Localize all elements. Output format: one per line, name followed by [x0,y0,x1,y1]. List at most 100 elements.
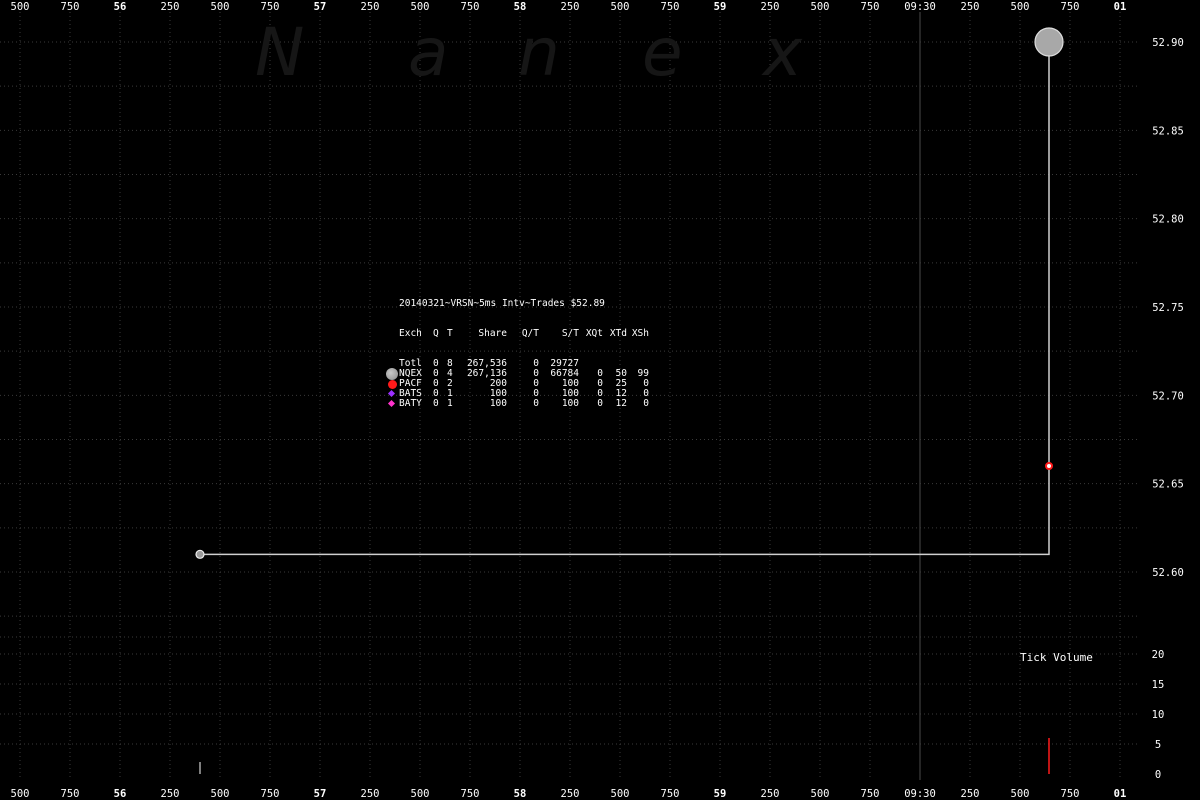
legend-marker-icon [386,368,399,380]
trade-point [195,549,205,559]
watermark-letter: a [408,14,449,91]
legend-cell: 12 [615,398,627,409]
legend-header-cell: T [447,328,453,339]
legend-header-cell: S/T [561,328,579,339]
legend-header-cell: XSh [631,328,649,339]
trade-point [1034,27,1064,57]
legend-marker-icon [386,389,399,399]
x-tick-label: 250 [961,788,980,800]
x-tick-label: 750 [61,788,80,800]
watermark-letter: e [642,14,683,91]
y-tick-label: 0 [1155,769,1161,781]
y-tick-label: 52.65 [1152,479,1184,491]
x-tick-label: 56 [114,1,127,13]
x-tick-label: 250 [361,788,380,800]
x-tick-label: 57 [314,1,327,13]
x-tick-label: 01 [1114,1,1127,13]
x-tick-label: 58 [514,788,527,800]
x-axis-bottom: 500 750 56 250 500 750 57 250 500 750 58 250 500 750 5… [11,788,1127,800]
y-tick-label: 5 [1155,739,1161,751]
legend-cell: 100 [489,398,507,409]
x-tick-label: 09:30 [904,788,936,800]
x-tick-label: 250 [761,788,780,800]
x-tick-label: 500 [211,1,230,13]
tick-volume-title: Tick Volume [1020,651,1093,664]
y-tick-label: 10 [1152,709,1165,721]
watermark-letter: N [255,14,305,91]
x-tick-label: 750 [261,788,280,800]
x-tick-label: 250 [361,1,380,13]
x-tick-label: 750 [61,1,80,13]
x-tick-label: 750 [461,1,480,13]
y-tick-label: 20 [1152,649,1165,661]
legend-marker-icon [386,379,399,389]
legend-row: Totl 0 8 267,536 0 29727 [386,359,649,369]
watermark-letter: x [763,14,803,91]
x-tick-label: 500 [411,788,430,800]
x-tick-label: 59 [714,1,727,13]
legend-cell: 0 [643,398,649,409]
x-tick-label: 59 [714,788,727,800]
legend-header-row: Exch Q T Share Q/T S/T XQt XTd XSh [386,329,649,339]
x-tick-label: 500 [411,1,430,13]
x-tick-label: 750 [661,1,680,13]
x-tick-label: 500 [1011,788,1030,800]
legend-row: NQEX 0 4 267,136 0 66784 0 50 99 [386,368,649,380]
x-tick-label: 56 [114,788,127,800]
legend-header-cell: XQt [585,328,603,339]
x-tick-label: 250 [561,788,580,800]
y-tick-label: 52.70 [1152,390,1184,402]
legend-marker-icon [386,399,399,409]
watermark-letter: n [518,14,560,91]
x-tick-label: 01 [1114,788,1127,800]
legend-cell: 0 [597,398,603,409]
chart-legend: 20140321~VRSN~5ms Intv~Trades $52.89 Exc… [386,279,649,419]
x-tick-label: 750 [1061,788,1080,800]
x-tick-label: 500 [611,1,630,13]
x-tick-label: 750 [1061,1,1080,13]
y-tick-label: 52.80 [1152,214,1184,226]
x-tick-label: 250 [161,1,180,13]
y-tick-label: 52.75 [1152,302,1184,314]
x-tick-label: 750 [461,788,480,800]
x-tick-label: 500 [1011,1,1030,13]
x-tick-label: 250 [761,1,780,13]
x-tick-label: 500 [211,788,230,800]
x-tick-label: 58 [514,1,527,13]
x-tick-label: 500 [811,788,830,800]
price-y-axis: 52.60 52.65 52.70 52.75 52.80 52.85 52.90 [1152,37,1184,579]
x-axis-top: 500 750 56 250 500 750 57 250 500 750 58 250 500 750 5… [11,1,1127,13]
legend-header-cell: Q/T [521,328,539,339]
legend-cell: 0 [533,398,539,409]
x-tick-label: 250 [561,1,580,13]
x-tick-label: 250 [961,1,980,13]
x-tick-label: 500 [811,1,830,13]
legend-cell: BATY [399,398,422,409]
x-tick-label: 750 [661,788,680,800]
x-tick-label: 57 [314,788,327,800]
y-tick-label: 15 [1152,679,1165,691]
legend-header-cell: Q [433,328,439,339]
legend-title: 20140321~VRSN~5ms Intv~Trades $52.89 [399,298,605,309]
legend-cell: 0 [433,398,439,409]
legend-title-row: 20140321~VRSN~5ms Intv~Trades $52.89 [386,299,649,309]
legend-row: PACF 0 2 200 0 100 0 25 0 [386,379,649,389]
x-tick-label: 250 [161,788,180,800]
x-tick-label: 500 [11,1,30,13]
legend-header-cell: Share [478,328,507,339]
trade-point [1045,462,1053,470]
legend-row: BATY 0 1 100 0 100 0 12 0 [386,399,649,409]
y-tick-label: 52.90 [1152,37,1184,49]
x-tick-label: 750 [861,788,880,800]
x-tick-label: 750 [261,1,280,13]
x-tick-label: 500 [611,788,630,800]
y-tick-label: 52.85 [1152,125,1184,137]
legend-cell: 100 [561,398,579,409]
legend-header-cell: Exch [399,328,422,339]
x-tick-label: 750 [861,1,880,13]
legend-header-cell: XTd [609,328,627,339]
x-tick-label: 09:30 [904,1,936,13]
legend-row: BATS 0 1 100 0 100 0 12 0 [386,389,649,399]
x-tick-label: 500 [11,788,30,800]
y-tick-label: 52.60 [1152,567,1184,579]
